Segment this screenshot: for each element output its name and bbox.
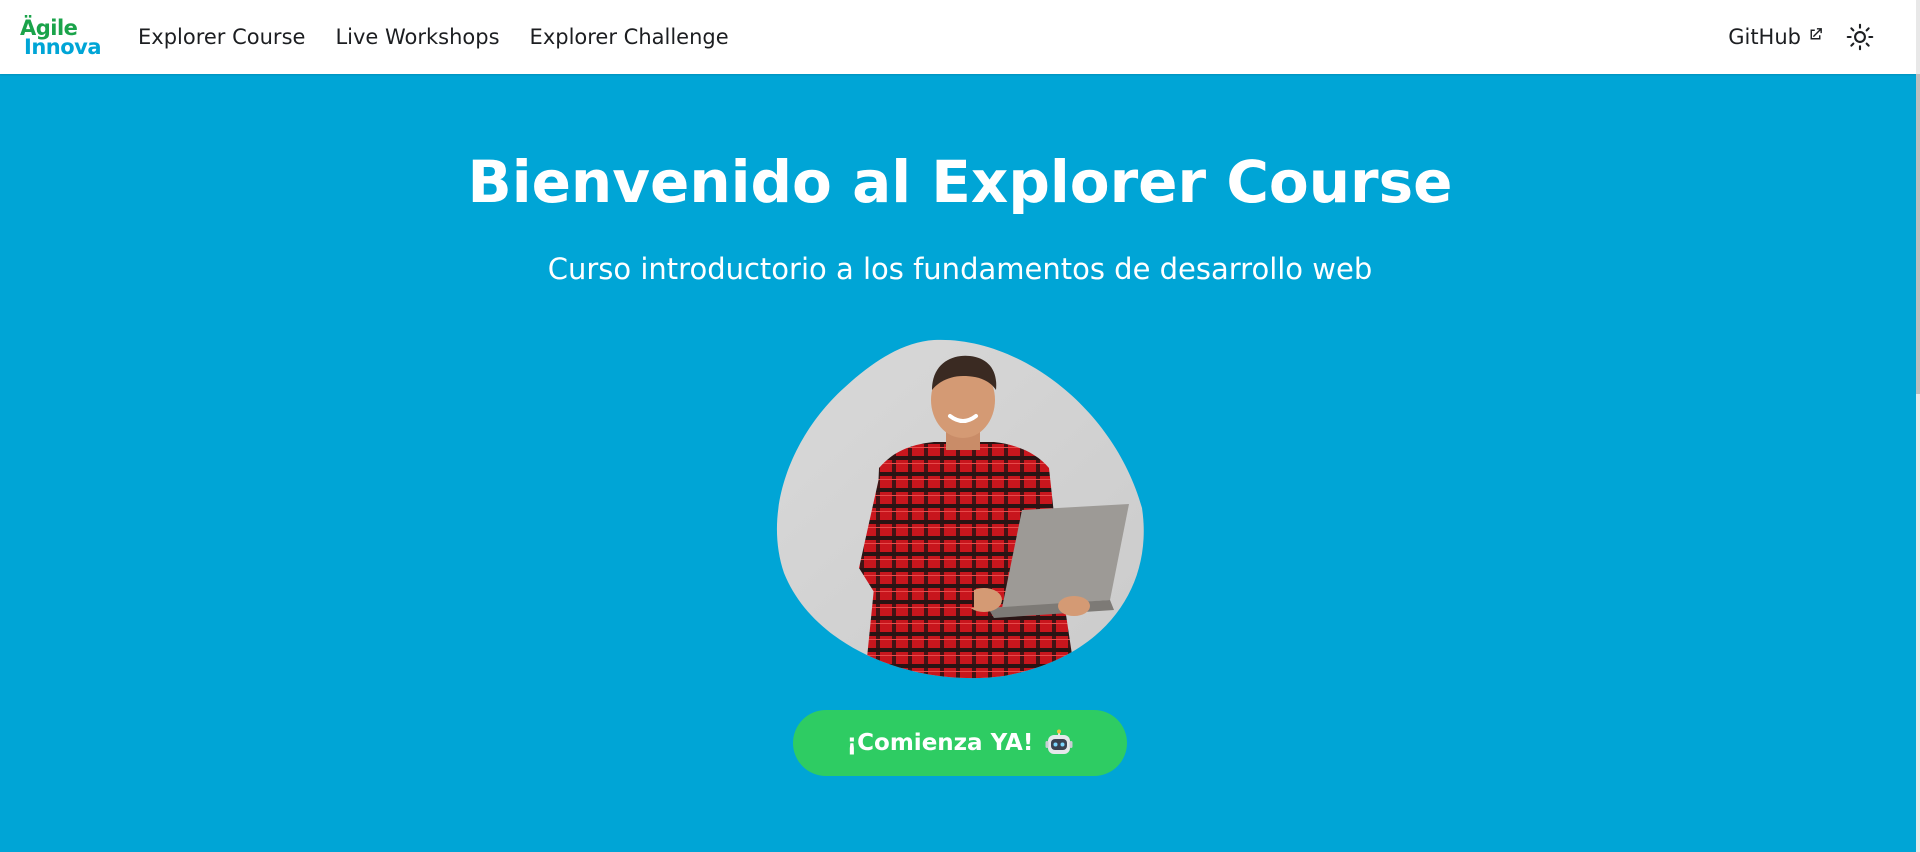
start-now-label: ¡Comienza YA!	[846, 730, 1034, 756]
theme-toggle-button[interactable]	[1840, 17, 1880, 57]
external-link-icon	[1810, 27, 1822, 39]
nav-links: Explorer Course Live Workshops Explorer …	[138, 0, 759, 74]
scrollbar-thumb[interactable]	[1916, 74, 1920, 394]
nav-right: GitHub	[1728, 0, 1880, 74]
nav-link-explorer-course[interactable]: Explorer Course	[138, 25, 305, 49]
robot-icon	[1045, 729, 1073, 754]
sun-icon	[1846, 23, 1874, 51]
top-navbar: Ägile Innova Explorer Course Live Worksh…	[0, 0, 1916, 74]
logo-line-2: Innova	[24, 35, 102, 59]
nav-link-explorer-challenge[interactable]: Explorer Challenge	[530, 25, 729, 49]
github-link[interactable]: GitHub	[1728, 25, 1824, 49]
nav-link-live-workshops[interactable]: Live Workshops	[335, 25, 499, 49]
hero-image	[776, 339, 1144, 679]
github-label: GitHub	[1728, 25, 1801, 49]
agile-innova-logo[interactable]: Ägile Innova	[20, 18, 102, 60]
hero-title: Bienvenido al Explorer Course	[467, 148, 1453, 216]
hero-subtitle: Curso introductorio a los fundamentos de…	[547, 252, 1373, 286]
start-now-button[interactable]: ¡Comienza YA!	[793, 710, 1127, 776]
